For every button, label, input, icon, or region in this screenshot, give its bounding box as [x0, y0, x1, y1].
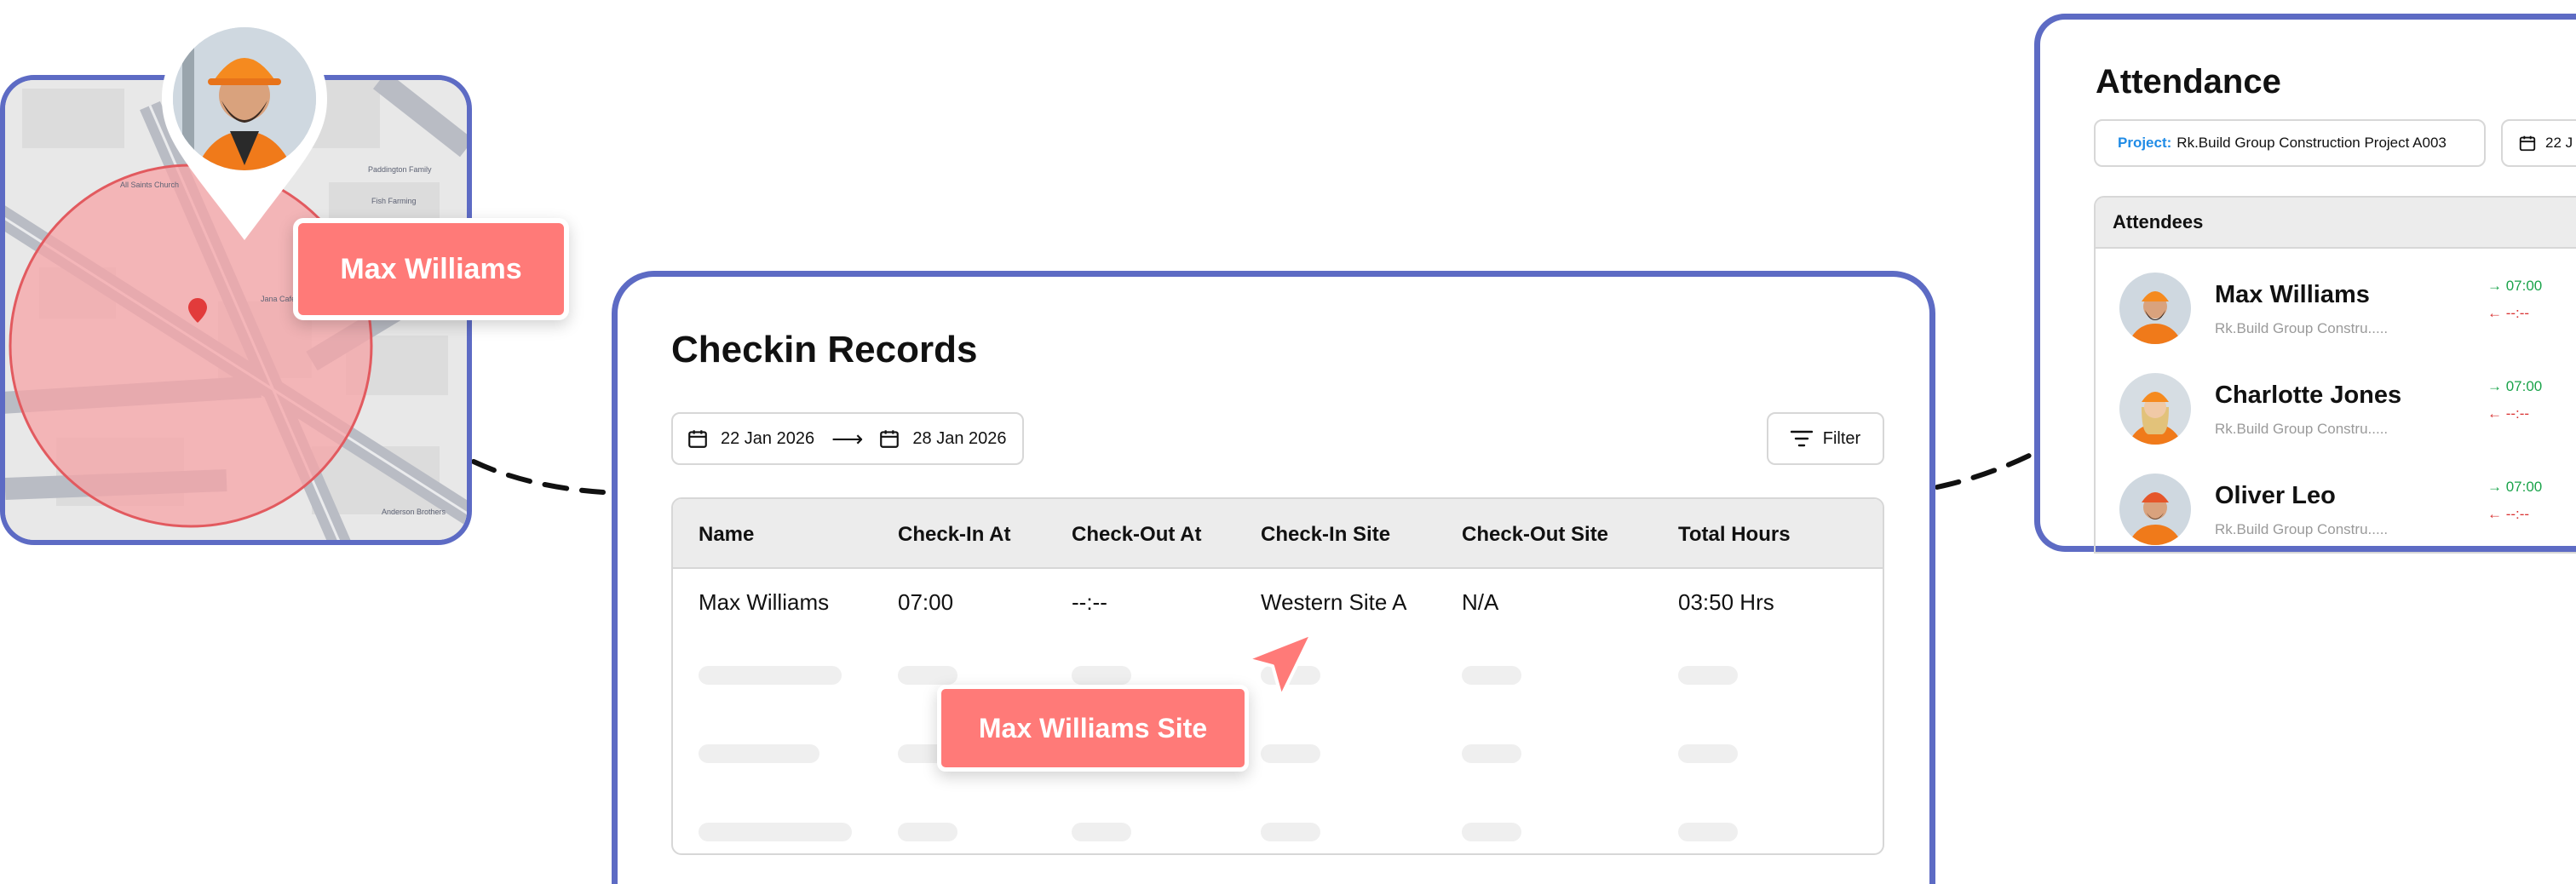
attendee-name: Oliver Leo [2215, 482, 2336, 509]
filter-icon [1790, 430, 1813, 447]
cell-check-out-site: N/A [1462, 589, 1499, 615]
attendee-name: Charlotte Jones [2215, 382, 2402, 409]
worker-name-tag: Max Williams [293, 218, 569, 320]
avatar [2119, 273, 2191, 344]
cell-check-in-at: 07:00 [898, 589, 954, 615]
project-selector[interactable]: Project: Rk.Build Group Construction Pro… [2094, 119, 2486, 167]
date-from: 22 Jan 2026 [721, 428, 815, 448]
column-header-check-out-at[interactable]: Check-Out At [1072, 523, 1201, 547]
attendees-list: Attendees Max Williams Rk.Build Group Co… [2094, 196, 2576, 554]
cell-name: Max Williams [699, 589, 830, 615]
date-to: 28 Jan 2026 [912, 428, 1007, 448]
check-out-time: ← --:-- [2487, 405, 2530, 422]
attendance-date-picker[interactable]: 22 J [2501, 119, 2576, 167]
arrow-right-icon: ⟶ [831, 425, 864, 451]
column-header-check-in-site[interactable]: Check-In Site [1261, 523, 1390, 547]
check-out-time: ← --:-- [2487, 305, 2530, 321]
svg-text:Jana Cafe: Jana Cafe [261, 295, 296, 303]
svg-text:Fish Farming: Fish Farming [371, 197, 417, 205]
site-name-tag: Max Williams Site [937, 685, 1249, 772]
attendee-project: Rk.Build Group Constru..... [2215, 521, 2389, 537]
cell-check-out-at: --:-- [1072, 589, 1107, 615]
attendance-date: 22 J [2545, 135, 2573, 151]
filter-button[interactable]: Filter [1767, 412, 1884, 465]
attendee-name: Max Williams [2215, 281, 2370, 308]
column-header-check-out-site[interactable]: Check-Out Site [1462, 523, 1608, 547]
cell-check-in-site: Western Site A [1261, 589, 1407, 615]
avatar [2119, 373, 2191, 445]
check-in-time: → 07:00 [2487, 378, 2543, 394]
cursor-pointer-icon [1245, 632, 1314, 698]
table-header: Name Check-In At Check-Out At Check-In S… [673, 499, 1883, 569]
cell-total-hours: 03:50 Hrs [1678, 589, 1774, 615]
check-out-time: ← --:-- [2487, 506, 2530, 522]
column-header-check-in-at[interactable]: Check-In At [898, 523, 1010, 547]
attendance-title: Attendance [2096, 63, 2281, 100]
project-value: Rk.Build Group Construction Project A003 [2176, 135, 2447, 151]
attendees-header: Attendees [2096, 198, 2576, 249]
worker-avatar-pin [162, 17, 327, 240]
calendar-icon [688, 430, 707, 448]
column-header-name[interactable]: Name [699, 523, 754, 547]
attendee-row[interactable]: Max Williams Rk.Build Group Constru.....… [2096, 257, 2576, 358]
attendee-row[interactable]: Oliver Leo Rk.Build Group Constru..... →… [2096, 458, 2576, 552]
check-in-time: → 07:00 [2487, 479, 2543, 495]
avatar [2119, 474, 2191, 545]
svg-text:Anderson Brothers: Anderson Brothers [382, 508, 446, 516]
check-in-time: → 07:00 [2487, 278, 2543, 294]
attendee-project: Rk.Build Group Constru..... [2215, 320, 2389, 336]
svg-text:Paddington Family: Paddington Family [368, 165, 432, 174]
attendee-row[interactable]: Charlotte Jones Rk.Build Group Constru..… [2096, 358, 2576, 458]
project-label: Project: [2118, 135, 2172, 151]
column-header-total-hours[interactable]: Total Hours [1678, 523, 1791, 547]
page-title: Checkin Records [671, 329, 978, 370]
attendee-project: Rk.Build Group Constru..... [2215, 421, 2389, 437]
date-range-picker[interactable]: 22 Jan 2026 ⟶ 28 Jan 2026 [671, 412, 1024, 465]
calendar-icon [2519, 135, 2536, 152]
calendar-icon [880, 430, 900, 448]
filter-label: Filter [1822, 428, 1861, 448]
